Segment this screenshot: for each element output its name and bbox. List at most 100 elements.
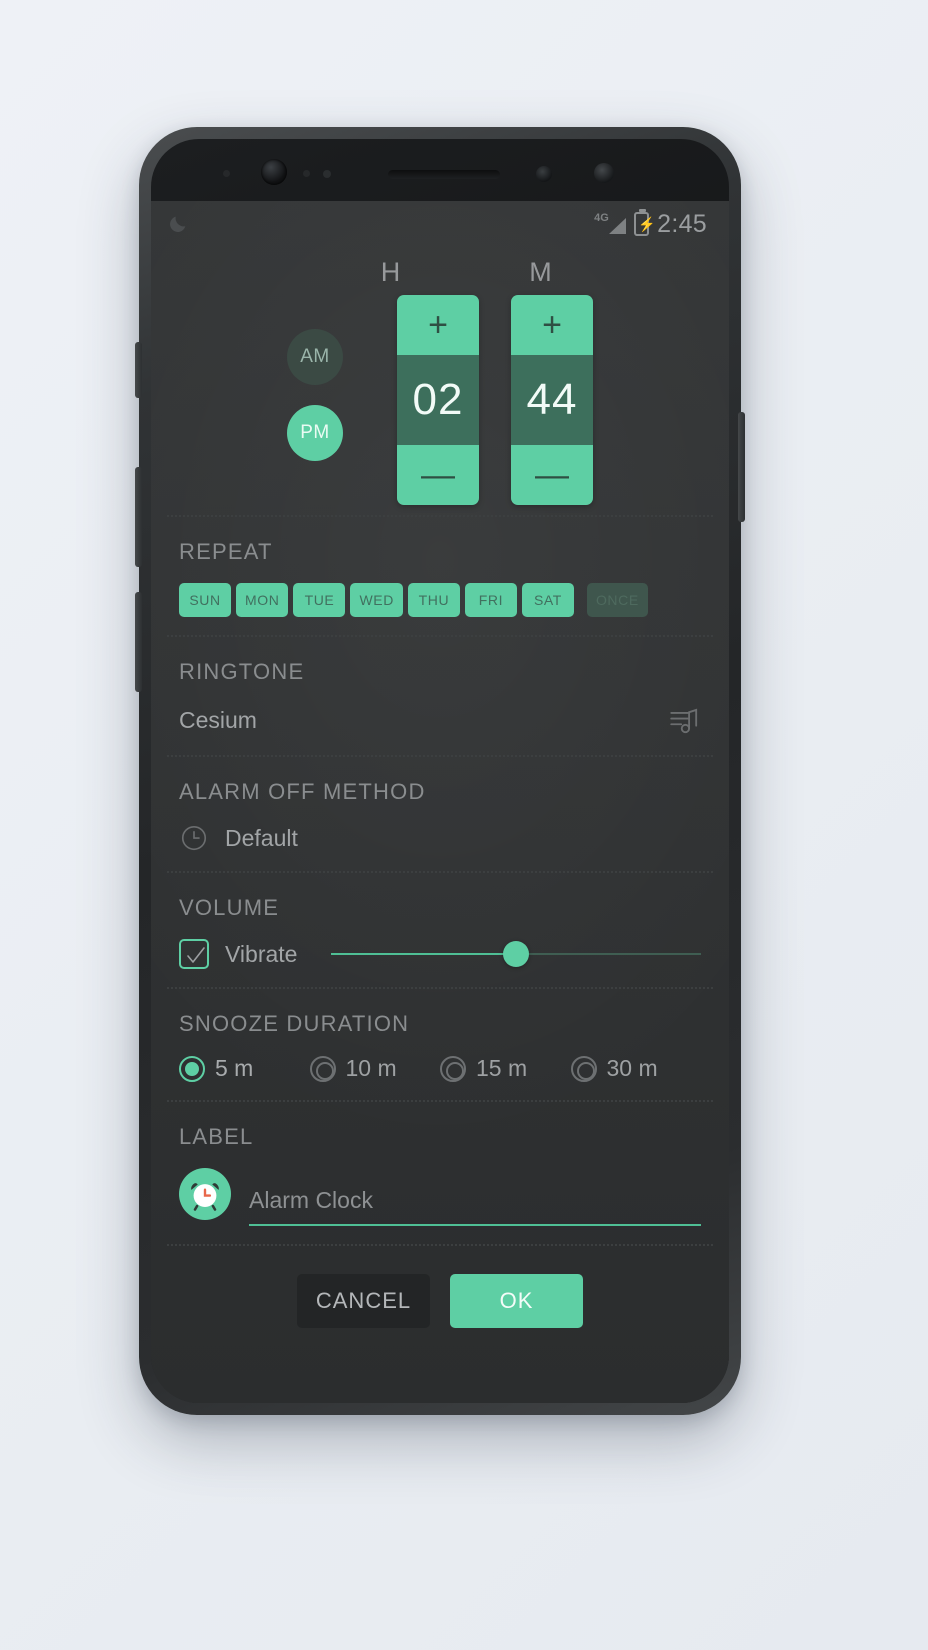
repeat-chip-fri[interactable]: FRI [464,583,517,617]
snooze-option-label: 10 m [345,1055,397,1081]
charging-bolt-glyph: ⚡ [638,216,656,232]
repeat-chip-tue[interactable]: TUE [293,583,346,617]
minute-decrement-button[interactable]: — [511,445,593,505]
signal-bars-icon: 4G [594,212,627,236]
radio-selected-icon [179,1055,205,1082]
vibrate-checkbox[interactable] [179,939,209,969]
snooze-option-label: 15 m [476,1055,528,1081]
snooze-duration-title: SNOOZE DURATION [179,1011,410,1036]
status-bar-right: 4G ⚡ 2:45 [594,209,707,239]
pm-button[interactable]: PM [287,405,343,461]
repeat-chip-mon[interactable]: MON [236,583,289,617]
ok-button[interactable]: OK [450,1274,583,1328]
dialog-content: H M AM PM + 02 — + 44 — REPEAT SUN MON T… [151,247,729,1358]
meridiem-selector: AM PM [287,295,343,461]
app-screen: 4G ⚡ 2:45 H M AM PM + 02 — + 44 — REPEAT… [151,201,729,1403]
label-input[interactable]: Alarm Clock [249,1187,701,1226]
ringtone-row[interactable]: Cesium [179,703,701,737]
alarm-off-method-row[interactable]: Default [179,823,701,853]
led-indicator-icon [536,166,552,182]
repeat-section: REPEAT SUN MON TUE WED THU FRI SAT ONCE [153,517,727,635]
volume-title: VOLUME [179,895,280,920]
hour-column-label: H [380,257,402,287]
minute-column-label: M [529,257,553,287]
repeat-chip-sat[interactable]: SAT [521,583,574,617]
iris-sensor-icon [323,170,331,178]
label-section: LABEL Alarm Clock [153,1102,727,1244]
minute-spinner: + 44 — [511,295,593,505]
snooze-option-5m[interactable]: 5 m [179,1055,310,1082]
secondary-camera-icon [594,163,614,183]
status-bar: 4G ⚡ 2:45 [151,201,729,247]
dialog-actions: CANCEL OK [153,1246,727,1358]
time-picker: H M AM PM + 02 — + 44 — [153,247,727,515]
signal-triangle [609,218,627,234]
phone-frame: 4G ⚡ 2:45 H M AM PM + 02 — + 44 — REPEAT… [135,127,745,1415]
hour-increment-button[interactable]: + [397,295,479,355]
phone-button-assistant[interactable] [135,342,142,398]
snooze-options: 5 m 10 m 15 m 30 m [179,1055,701,1082]
phone-sensor-cluster [151,139,729,201]
volume-section: VOLUME Vibrate [153,873,727,987]
clock-icon [179,823,209,853]
ringtone-section: RINGTONE Cesium [153,637,727,755]
snooze-option-label: 30 m [606,1055,658,1081]
hour-spinner: + 02 — [397,295,479,505]
hour-decrement-button[interactable]: — [397,445,479,505]
alarm-off-method-title: ALARM OFF METHOD [179,779,426,804]
ringtone-value: Cesium [179,706,257,733]
front-camera-icon [261,159,287,185]
minus-icon: — [535,456,569,494]
snooze-option-30m[interactable]: 30 m [570,1055,702,1082]
status-bar-clock: 2:45 [657,209,707,238]
network-type-label: 4G [594,212,609,224]
phone-button-volume-up[interactable] [135,467,142,567]
minute-increment-button[interactable]: + [511,295,593,355]
phone-screen-bezel: 4G ⚡ 2:45 H M AM PM + 02 — + 44 — REPEAT… [151,139,729,1403]
repeat-title: REPEAT [179,539,273,564]
light-sensor-icon [303,170,310,177]
screenshot-canvas: 4G ⚡ 2:45 H M AM PM + 02 — + 44 — REPEAT… [0,0,928,1650]
time-picker-headers: H M [153,257,727,288]
repeat-chip-wed[interactable]: WED [350,583,403,617]
volume-slider-fill [331,953,517,955]
snooze-option-label: 5 m [215,1055,254,1081]
hour-value[interactable]: 02 [397,355,479,445]
alarm-clock-icon[interactable] [179,1168,231,1220]
vibrate-label: Vibrate [225,940,298,967]
am-button[interactable]: AM [287,329,343,385]
alarm-off-method-value: Default [225,824,298,851]
ringtone-title: RINGTONE [179,659,305,684]
radio-unselected-icon [440,1055,466,1082]
repeat-chip-thu[interactable]: THU [407,583,460,617]
snooze-option-15m[interactable]: 15 m [440,1055,571,1082]
cancel-button[interactable]: CANCEL [297,1274,430,1328]
label-input-underline [249,1224,701,1226]
label-title: LABEL [179,1124,254,1149]
label-input-value: Alarm Clock [249,1187,373,1213]
label-row: Alarm Clock [179,1168,701,1226]
plus-icon: + [542,306,562,344]
volume-row: Vibrate [179,939,701,969]
volume-slider[interactable] [331,939,701,969]
phone-button-volume-down[interactable] [135,592,142,692]
repeat-chip-once[interactable]: ONCE [586,583,648,617]
time-picker-row: AM PM + 02 — + 44 — [153,295,727,505]
status-bar-left [167,213,189,235]
phone-button-power[interactable] [738,412,745,522]
snooze-option-10m[interactable]: 10 m [309,1055,441,1082]
volume-slider-thumb[interactable] [503,941,530,967]
earpiece-speaker [388,170,500,179]
radio-unselected-icon [570,1055,597,1082]
battery-charging-icon: ⚡ [634,209,656,236]
proximity-sensor-icon [223,170,230,177]
minute-value[interactable]: 44 [511,355,593,445]
moon-icon [167,213,189,235]
minus-icon: — [421,456,455,494]
playlist-music-icon[interactable] [667,703,701,737]
alarm-off-method-section: ALARM OFF METHOD Default [153,757,727,871]
radio-unselected-icon [309,1055,336,1082]
repeat-chip-sun[interactable]: SUN [179,583,231,617]
repeat-day-chips: SUN MON TUE WED THU FRI SAT ONCE [179,583,701,617]
snooze-duration-section: SNOOZE DURATION 5 m 10 m 15 m 30 m [153,989,727,1100]
